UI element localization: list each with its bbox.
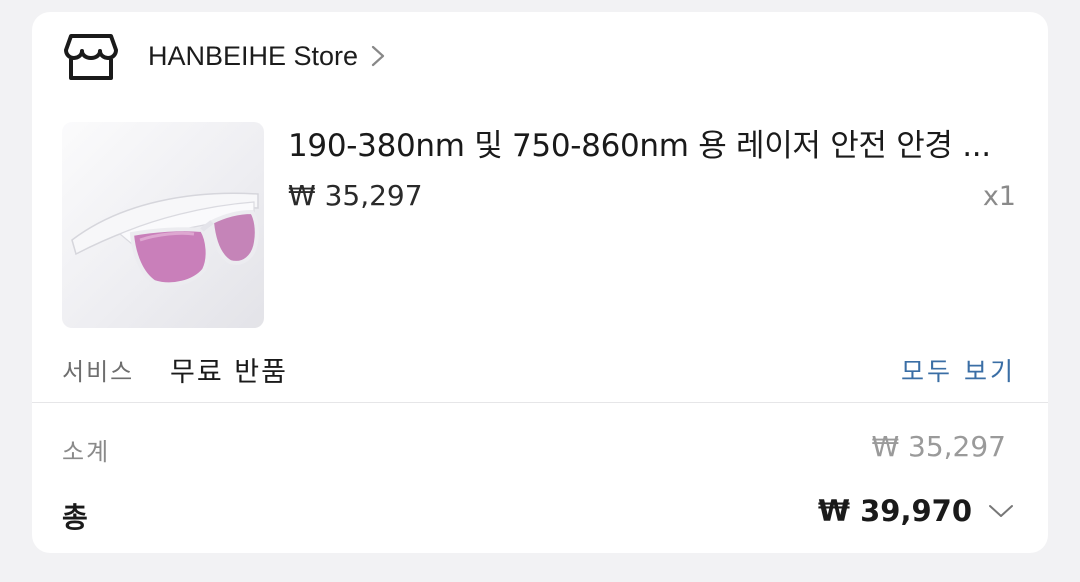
total-toggle[interactable]: ₩ 39,970 (818, 494, 1014, 528)
subtotal-value: ₩ 35,297 (871, 430, 1006, 463)
store-name[interactable]: HANBEIHE Store (148, 41, 358, 72)
service-value: 무료 반품 (170, 357, 288, 388)
product-price: ₩ 35,297 (288, 179, 423, 212)
total-label: 총 (62, 501, 88, 534)
order-card: HANBEIHE Store 190-380nm 및 750-860nm 용 레… (32, 12, 1048, 553)
subtotal-label: 소계 (62, 438, 111, 466)
divider (32, 402, 1048, 403)
storefront-icon (64, 34, 118, 80)
chevron-down-icon[interactable] (988, 503, 1014, 519)
service-label: 서비스 (62, 358, 135, 386)
chevron-right-icon[interactable] (370, 44, 386, 68)
product-image[interactable] (62, 122, 264, 328)
total-value: ₩ 39,970 (818, 494, 972, 528)
view-all-link[interactable]: 모두 보기 (901, 352, 1016, 388)
product-title[interactable]: 190-380nm 및 750-860nm 용 레이저 안전 안경 ... (288, 120, 1018, 165)
product-quantity: x1 (982, 181, 1016, 212)
store-header[interactable]: HANBEIHE Store (62, 26, 386, 86)
laser-safety-glasses-image (71, 192, 259, 287)
